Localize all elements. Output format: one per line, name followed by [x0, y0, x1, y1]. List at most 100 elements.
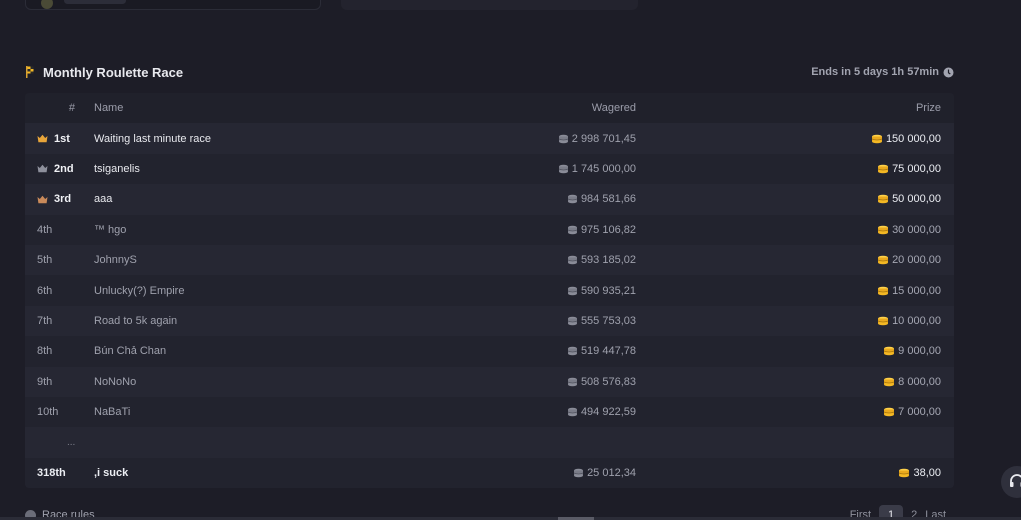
prize-value: 15 000,00 [892, 284, 941, 297]
player-name: NaBaTi [94, 406, 131, 419]
coin-stack-gray-icon [567, 286, 578, 295]
coin-stack-gray-icon [567, 195, 578, 204]
race-countdown: Ends in 5 days 1h 57min [811, 66, 954, 78]
table-ellipsis-row: ... [25, 427, 954, 458]
prize-cell: 9 000,00 [636, 345, 941, 357]
prize-cell: 50 000,00 [636, 193, 941, 205]
wagered-value: 25 012,34 [587, 466, 636, 479]
wagered-value: 975 106,82 [580, 223, 636, 236]
wagered-value: 1 745 000,00 [571, 162, 636, 175]
table-row: 4th ™ hgo 975 106,82 30 000,00 [25, 214, 954, 245]
top-card-left [25, 0, 321, 10]
prize-cell: 20 000,00 [636, 254, 941, 266]
player-name: ,i suck [94, 466, 129, 479]
wagered-value: 555 753,03 [580, 314, 636, 327]
player-name: Bún Chả Chan [94, 345, 167, 358]
coin-stack-gray-icon [567, 255, 578, 265]
table-row: 2nd tsiganelis 1 745 000,00 75 000,00 [25, 153, 954, 185]
wagered-cell: 555 753,03 [394, 315, 636, 327]
wagered-cell: 975 106,82 [394, 224, 636, 236]
prize-value: 50 000,00 [892, 193, 941, 206]
coin-stack-gray-icon [567, 225, 578, 235]
wagered-cell: 593 185,02 [394, 254, 636, 266]
rank-label: 2nd [54, 162, 74, 175]
top-card-right [341, 0, 638, 10]
prize-cell: 38,00 [636, 467, 941, 479]
wagered-value: 519 447,78 [580, 345, 636, 358]
prize-cell: 75 000,00 [636, 163, 941, 175]
wagered-value: 494 922,59 [580, 406, 636, 419]
coin-stack-gold-icon [884, 407, 895, 417]
player-name: Road to 5k again [94, 314, 178, 327]
wagered-value: 590 935,21 [580, 284, 636, 297]
player-name: Waiting last minute race [94, 132, 211, 145]
coin-stack-gold-icon [877, 255, 889, 265]
table-row: 7th Road to 5k again 555 753,03 10 000,00 [25, 305, 954, 337]
prize-cell: 7 000,00 [636, 406, 941, 418]
table-row-current-user: 318th ,i suck 25 012,34 38,00 [25, 457, 954, 489]
race-title-group: Monthly Roulette Race [25, 65, 183, 80]
race-countdown-text: Ends in 5 days 1h 57min [811, 66, 939, 78]
prize-value: 30 000,00 [892, 223, 941, 236]
race-header: Monthly Roulette Race Ends in 5 days 1h … [25, 62, 954, 82]
leaderboard-table: # Name Wagered Prize 1st Waiting last min… [25, 93, 954, 489]
rank-cell: 2nd [25, 163, 94, 175]
prize-value: 75 000,00 [892, 162, 941, 175]
rank-label: 7th [37, 314, 53, 327]
avatar [41, 0, 53, 9]
headset-icon [1010, 474, 1021, 487]
medal-icon [37, 134, 48, 143]
player-name: tsiganelis [94, 162, 140, 175]
rank-cell: 318th [37, 466, 66, 479]
rank-cell: 7th [25, 315, 94, 327]
wagered-cell: 508 576,83 [394, 376, 636, 388]
coin-stack-gold-icon [884, 377, 895, 387]
coin-stack-gray-icon [567, 407, 578, 417]
wagered-value: 593 185,02 [580, 254, 636, 267]
medal-icon [37, 195, 48, 204]
prize-cell: 150 000,00 [636, 133, 941, 145]
table-row: 1st Waiting last minute race 2 998 701,45 1… [25, 123, 954, 154]
table-row: 8th Bún Chả Chan 519 447,78 9 000,00 [25, 336, 954, 367]
header-name: Name [94, 102, 124, 115]
coin-stack-gold-icon [877, 195, 889, 204]
prize-value: 10 000,00 [892, 314, 941, 327]
header-prize: Prize [915, 102, 941, 115]
prize-cell: 30 000,00 [636, 224, 941, 236]
wagered-cell: 25 012,34 [394, 467, 636, 479]
clock-icon [943, 67, 954, 77]
rank-cell: 4th [25, 224, 94, 236]
coin-stack-gray-icon [567, 377, 578, 387]
table-row: 5th JohnnyS 593 185,02 20 000,00 [25, 244, 954, 276]
player-name: Unlucky(?) Empire [94, 284, 185, 297]
table-row: 9th NoNoNo 508 576,83 8 000,00 [25, 366, 954, 397]
support-chat-button[interactable] [1001, 466, 1021, 498]
coin-stack-gray-icon [567, 316, 578, 326]
coin-stack-gray-icon [558, 134, 568, 143]
prize-value: 38,00 [913, 466, 941, 479]
medal-icon [37, 165, 48, 173]
rank-label: 4th [37, 223, 53, 236]
coin-stack-gold-icon [871, 134, 883, 143]
rank-label: 8th [37, 345, 53, 358]
player-name: ™ hgo [94, 223, 127, 236]
flag-icon [26, 66, 34, 78]
table-header-row: # Name Wagered Prize [25, 93, 954, 124]
wagered-cell: 2 998 701,45 [394, 133, 636, 145]
wagered-value: 984 581,66 [580, 193, 636, 206]
header-rank: # [68, 102, 75, 115]
table-row: 3rd aaa 984 581,66 50 000,00 [25, 184, 954, 215]
race-title: Monthly Roulette Race [43, 64, 184, 80]
table-row: 10th NaBaTi 494 922,59 7 000,00 [25, 396, 954, 428]
coin-stack-gold-icon [877, 316, 889, 326]
prize-value: 8 000,00 [898, 375, 941, 388]
coin-stack-gray-icon [573, 468, 584, 478]
prize-value: 150 000,00 [885, 132, 941, 145]
coin-stack-gold-icon [884, 347, 895, 356]
prize-value: 7 000,00 [898, 406, 941, 419]
rank-cell: 10th [25, 406, 94, 418]
wagered-cell: 519 447,78 [394, 345, 636, 357]
rank-cell: 6th [25, 285, 94, 297]
coin-stack-gold-icon [877, 225, 889, 235]
table-row: 6th Unlucky(?) Empire 590 935,21 15 000,00 [25, 275, 954, 306]
